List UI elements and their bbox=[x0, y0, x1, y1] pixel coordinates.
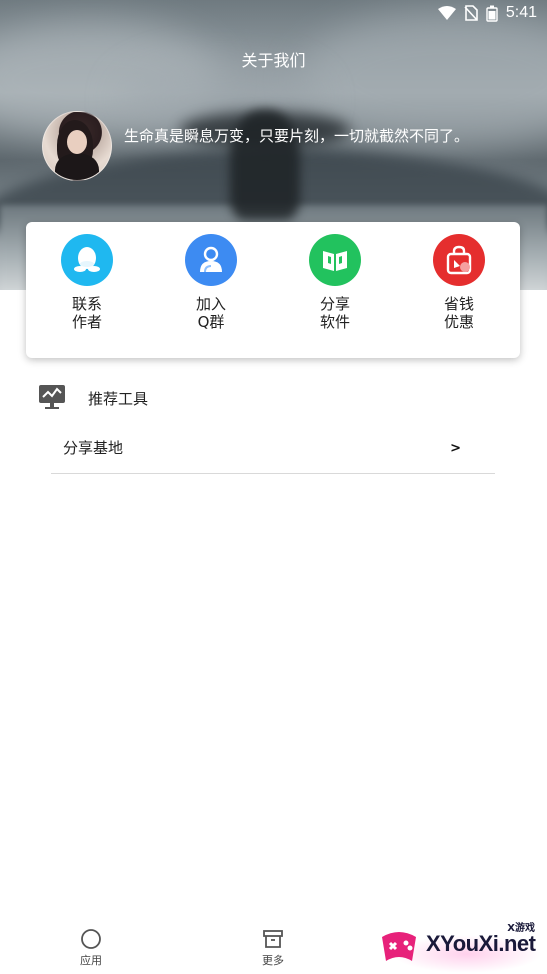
circle-icon bbox=[81, 929, 101, 949]
watermark: XYouXi.net X游戏 bbox=[372, 915, 547, 974]
action-label: 加入 Q群 bbox=[195, 295, 226, 331]
action-label: 联系 作者 bbox=[71, 295, 102, 331]
box-icon bbox=[263, 930, 283, 948]
action-label: 省钱 优惠 bbox=[443, 295, 474, 331]
action-label: 分享 软件 bbox=[319, 295, 350, 331]
chevron-right-icon: > bbox=[450, 441, 461, 456]
qq-icon bbox=[61, 234, 113, 286]
share-app-button[interactable]: 分享 软件 bbox=[285, 234, 385, 331]
nav-item-more[interactable]: 更多 bbox=[243, 928, 303, 968]
book-icon bbox=[309, 234, 361, 286]
nav-item-label: 应用 bbox=[80, 954, 102, 967]
no-sim-icon bbox=[464, 5, 478, 21]
monitor-chart-icon bbox=[39, 385, 65, 409]
profile-motto: 生命真是瞬息万变，只要片刻，一切就截然不同了。 bbox=[124, 127, 470, 145]
nav-item-label: 更多 bbox=[262, 954, 284, 967]
status-time: 5:41 bbox=[505, 4, 537, 21]
shopping-bag-icon bbox=[433, 234, 485, 286]
wifi-icon bbox=[437, 6, 456, 20]
nav-item-apps[interactable]: 应用 bbox=[61, 928, 121, 968]
save-money-button[interactable]: 省钱 优惠 bbox=[409, 234, 509, 331]
page-title: 关于我们 bbox=[241, 51, 306, 70]
gamepad-logo-icon bbox=[382, 932, 416, 961]
avatar-face bbox=[67, 130, 87, 154]
avatar bbox=[42, 111, 112, 181]
actions-card: 联系 作者 加入 Q群 分享 软件 省钱 优惠 bbox=[26, 222, 520, 358]
contact-author-button[interactable]: 联系 作者 bbox=[37, 234, 137, 331]
join-group-button[interactable]: 加入 Q群 bbox=[161, 234, 261, 331]
battery-icon bbox=[486, 5, 498, 22]
list-item-label: 分享基地 bbox=[63, 439, 124, 457]
section-title: 推荐工具 bbox=[88, 390, 149, 408]
group-icon bbox=[185, 234, 237, 286]
status-bar: 5:41 bbox=[0, 0, 547, 28]
list-item-share-base[interactable]: 分享基地 > bbox=[51, 425, 495, 474]
watermark-site: XYouXi.net bbox=[426, 931, 536, 956]
watermark-tag: X游戏 bbox=[507, 923, 535, 934]
avatar-body bbox=[55, 154, 99, 180]
